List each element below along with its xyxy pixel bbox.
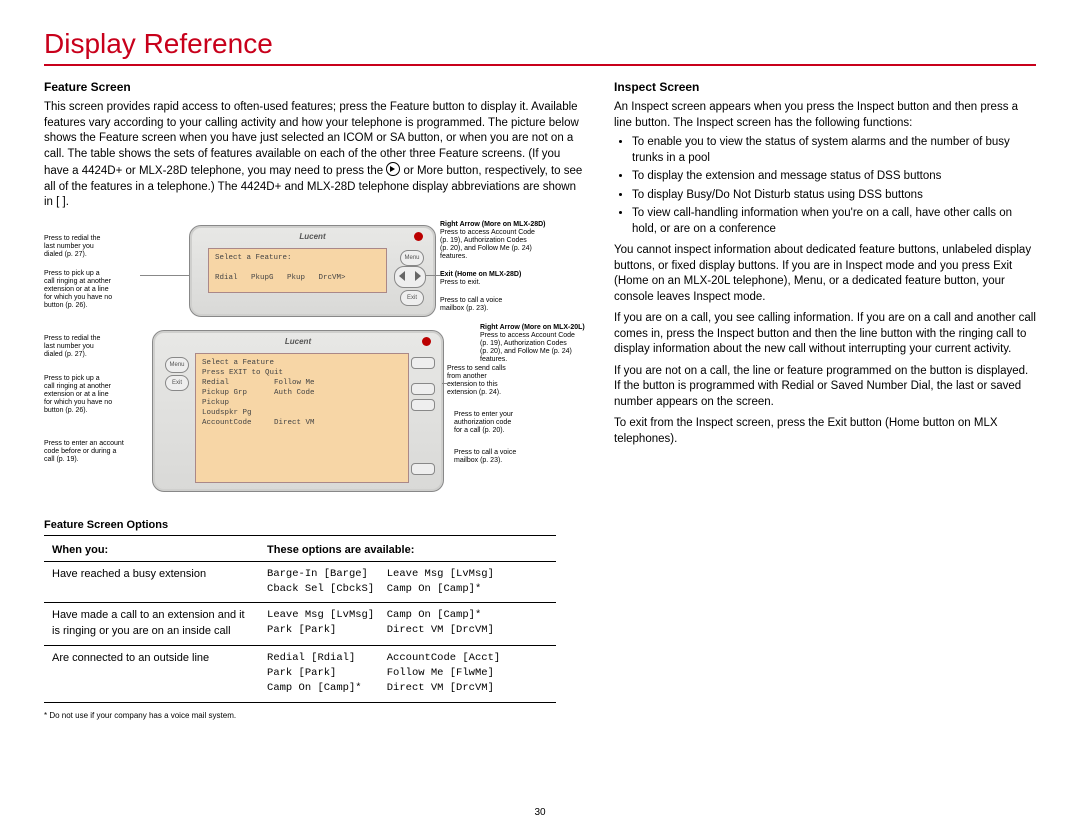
cell-when: Have made a call to an extension and it … <box>44 603 259 646</box>
menu-button: Menu <box>400 250 424 266</box>
led-indicator <box>422 337 431 346</box>
callout-auth-code: Press to enter your authorization code f… <box>454 411 554 435</box>
page-title: Display Reference <box>44 28 1036 66</box>
callout-redial-bot: Press to redial the last number you dial… <box>44 335 139 359</box>
callout-pickup-bot: Press to pick up a call ringing at anoth… <box>44 375 139 415</box>
callout-right-arrow-28d: Right Arrow (More on MLX-28D) Press to a… <box>440 221 580 261</box>
callout-voicemail-top: Press to call a voice mailbox (p. 23). <box>440 297 580 313</box>
menu-button: Menu <box>165 357 189 373</box>
callout-r1-body: Press to access Account Code (p. 19), Au… <box>440 229 535 260</box>
side-button <box>411 383 435 395</box>
inspect-p3: If you are not on a call, the line or fe… <box>614 364 1036 411</box>
led-indicator <box>414 232 423 241</box>
right-arrow-icon <box>386 162 400 176</box>
cell-opts: Barge-In [Barge] Leave Msg [LvMsg] Cback… <box>259 561 556 602</box>
callout-redial-top: Press to redial the last number you dial… <box>44 235 139 259</box>
leader-line <box>426 275 440 276</box>
table-col-options: These options are available: <box>259 539 556 562</box>
table-row: Are connected to an outside line Redial … <box>44 645 556 702</box>
page-number: 30 <box>0 807 1080 818</box>
lcd-screen-top: Select a Feature: Rdial PkupG Pkup DrcVM… <box>208 248 387 293</box>
side-button <box>411 399 435 411</box>
brand-label: Lucent <box>299 232 325 241</box>
cell-when: Are connected to an outside line <box>44 645 259 702</box>
cell-when: Have reached a busy extension <box>44 561 259 602</box>
inspect-p4: To exit from the Inspect screen, press t… <box>614 416 1036 447</box>
device-mlx28d: Lucent Select a Feature: Rdial PkupG Pku… <box>189 225 436 317</box>
feature-screen-text: This screen provides rapid access to oft… <box>44 100 584 211</box>
callout-voicemail-bot: Press to call a voice mailbox (p. 23). <box>454 449 554 465</box>
exit-button: Exit <box>400 290 424 306</box>
callout-r2-bold: Exit (Home on MLX-28D) <box>440 271 521 278</box>
callout-r1-bold: Right Arrow (More on MLX-28D) <box>440 221 546 228</box>
table-title: Feature Screen Options <box>44 519 556 536</box>
table-row: Have reached a busy extension Barge-In [… <box>44 561 556 602</box>
callout-pickup-top: Press to pick up a call ringing at anoth… <box>44 270 139 310</box>
callout-right-arrow-20l: Right Arrow (More on MLX-20L) Press to a… <box>480 324 620 364</box>
callout-r4-bold: Right Arrow (More on MLX-20L) <box>480 324 585 331</box>
device-mlx20l: Lucent Menu Exit Select a Feature Press … <box>152 330 444 492</box>
cell-opts: Leave Msg [LvMsg] Camp On [Camp]* Park [… <box>259 603 556 646</box>
feature-screen-figure: Press to redial the last number you dial… <box>44 225 584 495</box>
cell-opts: Redial [Rdial] AccountCode [Acct] Park [… <box>259 645 556 702</box>
inspect-p2: If you are on a call, you see calling in… <box>614 311 1036 358</box>
callout-r4-body: Press to access Account Code (p. 19), Au… <box>480 332 575 363</box>
inspect-screen-heading: Inspect Screen <box>614 80 1036 94</box>
lcd-screen-bot: Select a Feature Press EXIT to Quit Redi… <box>195 353 409 483</box>
dpad-arrows <box>394 266 426 288</box>
callout-r2-body: Press to exit. <box>440 279 480 286</box>
leader-line <box>442 383 452 384</box>
brand-label: Lucent <box>285 337 311 346</box>
table-footnote: * Do not use if your company has a voice… <box>44 711 556 720</box>
exit-button: Exit <box>165 375 189 391</box>
callout-send-calls: Press to send calls from another extensi… <box>447 365 537 397</box>
feature-options-table: Feature Screen Options When you: These o… <box>44 519 556 720</box>
list-item: To display the extension and message sta… <box>632 169 1036 185</box>
list-item: To display Busy/Do Not Disturb status us… <box>632 188 1036 204</box>
feature-screen-heading: Feature Screen <box>44 80 584 94</box>
inspect-bullet-list: To enable you to view the status of syst… <box>614 135 1036 237</box>
inspect-p1: You cannot inspect information about ded… <box>614 243 1036 305</box>
callout-account-code: Press to enter an account code before or… <box>44 440 149 464</box>
inspect-intro: An Inspect screen appears when you press… <box>614 100 1036 131</box>
side-button <box>411 357 435 369</box>
table-row: Have made a call to an extension and it … <box>44 603 556 646</box>
list-item: To enable you to view the status of syst… <box>632 135 1036 166</box>
table-col-when: When you: <box>44 539 259 562</box>
list-item: To view call-handling information when y… <box>632 206 1036 237</box>
callout-exit-28d: Exit (Home on MLX-28D) Press to exit. <box>440 271 580 287</box>
side-button <box>411 463 435 475</box>
